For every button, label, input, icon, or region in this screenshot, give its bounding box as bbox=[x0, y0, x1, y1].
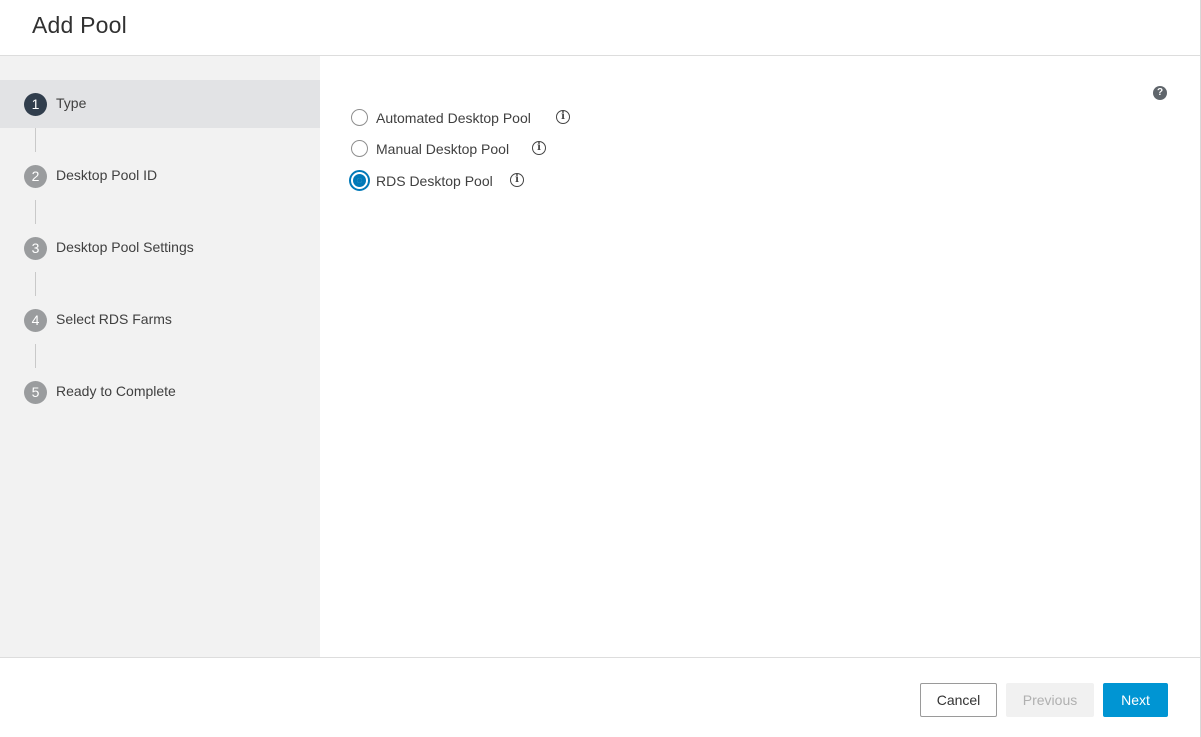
step-number-badge: 1 bbox=[24, 93, 47, 116]
dialog-header: Add Pool bbox=[0, 0, 1200, 56]
radio-button[interactable] bbox=[351, 140, 368, 157]
wizard-steps-sidebar: 1 Type 2 Desktop Pool ID 3 Desktop Pool … bbox=[0, 56, 320, 657]
step-connector bbox=[35, 128, 36, 152]
step-label: Type bbox=[56, 95, 87, 111]
next-button[interactable]: Next bbox=[1103, 683, 1168, 717]
radio-button[interactable] bbox=[351, 109, 368, 126]
step-label: Desktop Pool ID bbox=[56, 167, 158, 183]
info-circle-icon[interactable]: i bbox=[510, 173, 524, 187]
step-connector bbox=[35, 272, 36, 296]
step-desktop-pool-id[interactable]: 2 Desktop Pool ID bbox=[0, 152, 320, 200]
info-circle-icon[interactable]: i bbox=[532, 141, 546, 155]
step-number-badge: 2 bbox=[24, 165, 47, 188]
previous-button[interactable]: Previous bbox=[1006, 683, 1094, 717]
step-number-badge: 5 bbox=[24, 381, 47, 404]
dialog-footer: Cancel Previous Next bbox=[0, 657, 1200, 737]
dialog-title: Add Pool bbox=[32, 12, 127, 38]
step-label: Select RDS Farms bbox=[56, 311, 172, 327]
step-type[interactable]: 1 Type bbox=[0, 80, 320, 128]
step-label: Ready to Complete bbox=[56, 383, 176, 399]
step-desktop-pool-settings[interactable]: 3 Desktop Pool Settings bbox=[0, 224, 320, 272]
step-label: Desktop Pool Settings bbox=[56, 239, 194, 255]
question-circle-icon[interactable]: ? bbox=[1153, 86, 1167, 100]
radio-label[interactable]: RDS Desktop Pool bbox=[376, 173, 493, 189]
step-select-rds-farms[interactable]: 4 Select RDS Farms bbox=[0, 296, 320, 344]
radio-label[interactable]: Automated Desktop Pool bbox=[376, 110, 531, 126]
step-number-badge: 4 bbox=[24, 309, 47, 332]
step-number-badge: 3 bbox=[24, 237, 47, 260]
radio-button-selected[interactable] bbox=[349, 170, 370, 191]
cancel-button[interactable]: Cancel bbox=[920, 683, 997, 717]
info-circle-icon[interactable]: i bbox=[556, 110, 570, 124]
step-connector bbox=[35, 200, 36, 224]
step-ready-to-complete[interactable]: 5 Ready to Complete bbox=[0, 368, 320, 416]
radio-label[interactable]: Manual Desktop Pool bbox=[376, 141, 509, 157]
step-connector bbox=[35, 344, 36, 368]
add-pool-dialog: Add Pool 1 Type 2 Desktop Pool ID 3 Desk… bbox=[0, 0, 1201, 737]
